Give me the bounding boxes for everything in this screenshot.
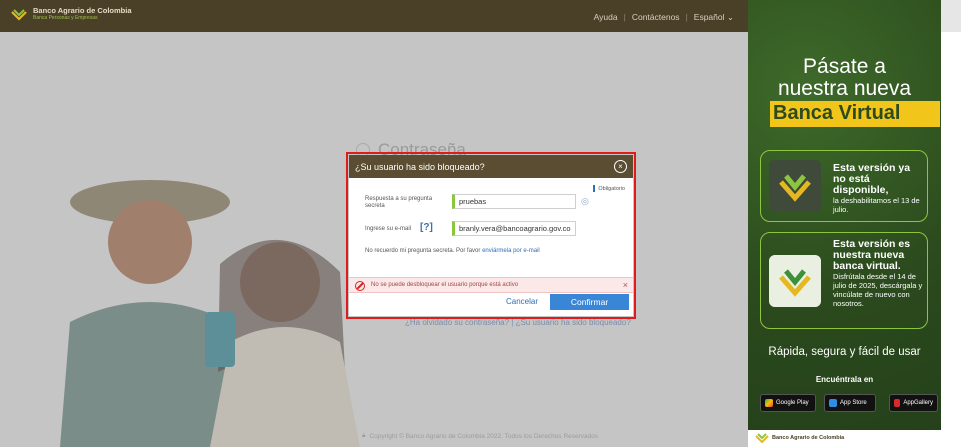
app-logo-icon bbox=[769, 255, 821, 307]
nav-language[interactable]: Español ⌄ bbox=[694, 12, 734, 23]
nav-separator: | bbox=[623, 12, 626, 22]
new-version-card: Esta versión es nuestra nueva banca virt… bbox=[760, 232, 928, 329]
find-it-label: Encuéntrala en bbox=[815, 375, 874, 384]
old-version-text: Esta versión ya no está disponible, la d… bbox=[833, 162, 925, 215]
footer-logo-icon bbox=[755, 433, 769, 443]
google-play-icon bbox=[765, 399, 773, 407]
nav-separator: | bbox=[685, 12, 688, 22]
app-store-icon bbox=[829, 399, 837, 407]
old-version-bold: Esta versión ya no está disponible, bbox=[833, 162, 911, 196]
brand-name: Banco Agrario de Colombia bbox=[33, 6, 132, 15]
promo-title-line1: Pásate a bbox=[803, 55, 886, 78]
app-gallery-icon bbox=[894, 399, 901, 407]
app-store-label: App Store bbox=[840, 400, 867, 406]
bank-logo[interactable]: Banco Agrario de Colombia Banca Personas… bbox=[10, 7, 132, 21]
chevron-down-icon: ⌄ bbox=[726, 12, 734, 22]
new-version-bold: Esta versión es nuestra nueva banca virt… bbox=[833, 238, 911, 272]
window-edge-header bbox=[941, 0, 961, 32]
promo-panel: Pásate a nuestra nueva Banca Virtual Est… bbox=[748, 0, 941, 447]
old-version-detail: la deshabilitamos el 13 de julio. bbox=[833, 196, 920, 214]
forgot-links[interactable]: ¿Ha olvidado su contraseña? | ¿Su usuari… bbox=[405, 318, 631, 327]
language-label: Español bbox=[693, 12, 725, 22]
top-header: Banco Agrario de Colombia Banca Personas… bbox=[0, 0, 748, 32]
copyright-text: Copyright © Banco Agrario de Colombia 20… bbox=[369, 432, 599, 440]
highlight-outline bbox=[346, 152, 636, 319]
app-logo-icon bbox=[769, 160, 821, 212]
old-version-card: Esta versión ya no está disponible, la d… bbox=[760, 150, 928, 222]
nav-contact[interactable]: Contáctenos bbox=[632, 12, 680, 23]
new-version-text: Esta versión es nuestra nueva banca virt… bbox=[833, 238, 925, 309]
footer-brand: Banco Agrario de Colombia bbox=[772, 435, 845, 441]
google-play-label: Google Play bbox=[776, 400, 809, 406]
footer-logo: Banco Agrario de Colombia bbox=[755, 433, 844, 443]
copyright: 🔒︎ Copyright © Banco Agrario de Colombia… bbox=[362, 432, 598, 440]
promo-highlight: Banca Virtual bbox=[770, 101, 941, 127]
window-edge bbox=[941, 0, 961, 447]
google-play-badge[interactable]: Google Play bbox=[760, 394, 816, 412]
lock-icon: 🔒︎ bbox=[362, 432, 366, 439]
app-gallery-label: AppGallery bbox=[903, 400, 933, 406]
page: Banco Agrario de Colombia Banca Personas… bbox=[0, 0, 961, 447]
brand-tagline: Banca Personas y Empresas bbox=[33, 15, 98, 21]
app-store-badge[interactable]: App Store bbox=[824, 394, 876, 412]
app-gallery-badge[interactable]: AppGallery bbox=[889, 394, 938, 412]
promo-footer: Banco Agrario de Colombia bbox=[748, 430, 941, 447]
promo-highlight-text: Banca Virtual bbox=[773, 102, 901, 124]
promo-slogan: Rápida, segura y fácil de usar bbox=[768, 346, 921, 358]
bank-logo-icon bbox=[11, 9, 27, 21]
new-version-detail: Disfrútala desde el 14 de julio de 2025,… bbox=[833, 272, 923, 308]
promo-title-line2: nuestra nueva bbox=[777, 77, 912, 100]
nav-help[interactable]: Ayuda bbox=[594, 12, 618, 23]
top-nav: Ayuda | Contáctenos | Español ⌄ bbox=[594, 12, 734, 23]
